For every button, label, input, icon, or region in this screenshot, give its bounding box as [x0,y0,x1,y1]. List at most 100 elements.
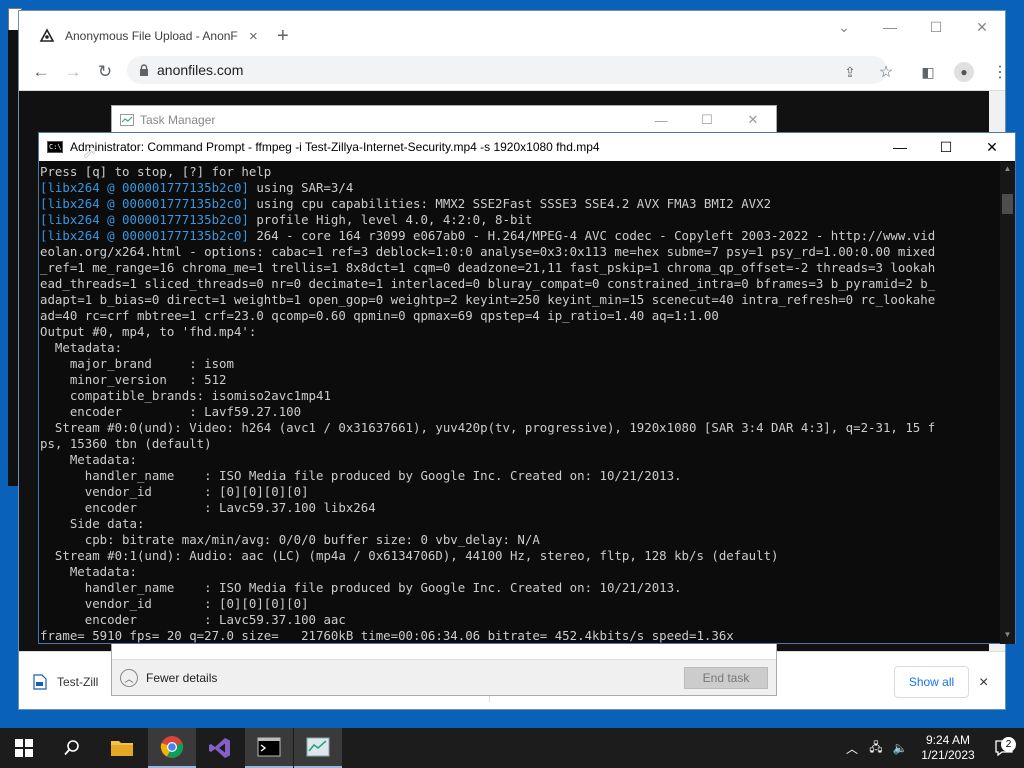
address-bar[interactable]: anonfiles.com [127,56,887,84]
cmd-icon: C:\ [47,141,63,153]
notification-count-badge: 2 [1001,737,1016,752]
console-line: Press [q] to stop, [?] for help [40,164,999,180]
scroll-up-icon[interactable]: ▲ [1000,162,1015,176]
task-manager-taskbar-icon [306,737,330,757]
console-line-text: major_brand : isom [40,356,234,371]
console-line-text: ead_threads=1 sliced_threads=0 nr=0 deci… [40,276,936,291]
console-line: encoder : Lavf59.27.100 [40,404,999,420]
console-line-text: Press [q] to stop, [?] for help [40,164,272,179]
folder-icon [111,741,133,756]
console-line-text: handler_name : ISO Media file produced b… [40,580,682,595]
chevron-up-icon[interactable]: ︿ [840,740,864,757]
download-filename: Test-Zill [57,675,99,689]
back-icon[interactable]: ← [25,56,57,88]
console-line: vendor_id : [0][0][0][0] [40,484,999,500]
volume-icon[interactable]: 🔈 [888,741,912,755]
download-item[interactable]: Test-Zill [33,674,98,690]
show-all-button[interactable]: Show all [894,666,969,698]
task-manager-footer: ︿ Fewer details End task [112,659,776,695]
cmd-scrollbar[interactable]: ▲ ▼ [1000,162,1015,644]
console-line-prefix: [libx264 @ 000001777135b2c0] [40,228,249,243]
new-tab-button[interactable]: + [277,25,289,48]
reload-icon[interactable]: ↻ [89,56,121,88]
tab-search-icon[interactable]: ⌄ [821,11,867,43]
console-line-text: vendor_id : [0][0][0][0] [40,484,309,499]
console-line-text: adapt=1 b_bias=0 direct=1 weightb=1 open… [40,292,936,307]
console-line-prefix: [libx264 @ 000001777135b2c0] [40,212,249,227]
close-icon[interactable]: ✕ [959,11,1005,43]
taskbar-command-prompt[interactable] [245,728,293,768]
forward-icon[interactable]: → [57,56,89,88]
console-line-prefix: [libx264 @ 000001777135b2c0] [40,180,249,195]
console-line-text: Stream #0:1(und): Audio: aac (LC) (mp4a … [40,548,779,563]
console-line-text: profile High, level 4.0, 4:2:0, 8-bit [248,212,533,227]
close-icon[interactable]: ✕ [969,133,1015,161]
profile-avatar-icon[interactable]: ● [948,56,980,88]
console-line-text: ps, 15360 tbn (default) [40,436,212,451]
console-line-text: handler_name : ISO Media file produced b… [40,468,682,483]
console-line-text: encoder : Lavc59.37.100 libx264 [40,500,376,515]
console-line-text: Output #0, mp4, to 'fhd.mp4': [40,324,257,339]
maximize-icon[interactable]: ☐ [913,11,959,43]
search-icon [64,740,79,756]
notification-button[interactable]: 2 [984,737,1024,756]
cmd-title: Administrator: Command Prompt - ffmpeg -… [70,140,600,154]
scrollbar-thumb[interactable] [1002,194,1013,214]
start-button[interactable] [0,728,48,768]
console-line-text: vendor_id : [0][0][0][0] [40,596,309,611]
clock-time: 9:24 AM [925,733,971,747]
minimize-icon[interactable]: — [877,133,923,161]
chrome-icon [160,736,184,758]
console-line: Metadata: [40,564,999,580]
console-line: Output #0, mp4, to 'fhd.mp4': [40,324,999,340]
menu-kebab-icon[interactable]: ⋮ [984,56,1016,88]
console-line: [libx264 @ 000001777135b2c0] 264 - core … [40,228,999,244]
maximize-icon[interactable]: ☐ [684,106,730,134]
console-line-text: ad=40 rc=crf mbtree=1 crf=23.0 qcomp=0.6… [40,308,719,323]
tab-title: Anonymous File Upload - AnonF [65,29,238,43]
minimize-icon[interactable]: — [638,106,684,134]
console-line: encoder : Lavc59.37.100 libx264 [40,500,999,516]
cmd-titlebar[interactable]: C:\ Administrator: Command Prompt - ffmp… [39,133,1015,161]
network-icon[interactable]: 🖧 [864,738,888,759]
clock[interactable]: 9:24 AM 1/21/2023 [912,733,984,763]
maximize-icon[interactable]: ☐ [923,133,969,161]
url-text: anonfiles.com [157,62,244,78]
scroll-down-icon[interactable]: ▼ [1000,628,1015,642]
tab-close-icon[interactable]: × [249,28,258,45]
console-line: frame= 5910 fps= 20 q=27.0 size= 21760kB… [40,628,999,644]
console-line-text: frame= 5910 fps= 20 q=27.0 size= 21760kB… [40,628,734,643]
console-line: cpb: bitrate max/min/avg: 0/0/0 buffer s… [40,532,999,548]
console-output[interactable]: Press [q] to stop, [?] for help [libx264 … [39,162,999,644]
side-panel-icon[interactable]: ◧ [912,56,944,88]
taskbar-file-explorer[interactable] [98,728,146,768]
minimize-icon[interactable]: — [867,11,913,43]
console-line-text: encoder : Lavf59.27.100 [40,404,302,419]
end-task-button[interactable]: End task [684,667,768,689]
close-icon[interactable]: ✕ [730,106,776,134]
console-line: vendor_id : [0][0][0][0] [40,596,999,612]
console-line-text: minor_version : 512 [40,372,227,387]
console-line-text: cpb: bitrate max/min/avg: 0/0/0 buffer s… [40,532,540,547]
clock-date: 1/21/2023 [921,748,975,762]
share-icon[interactable]: ⇪ [834,56,866,88]
download-bar-close-icon[interactable]: × [979,674,988,692]
mouse-cursor-icon: ➚ [82,142,98,162]
console-line-text: compatible_brands: isomiso2avc1mp41 [40,388,331,403]
bookmark-star-icon[interactable]: ☆ [870,56,902,88]
console-line: _ref=1 me_range=16 chroma_me=1 trellis=1… [40,260,999,276]
browser-tab[interactable]: Anonymous File Upload - AnonF × [29,19,281,53]
search-button[interactable] [48,728,96,768]
console-line: adapt=1 b_bias=0 direct=1 weightb=1 open… [40,292,999,308]
fewer-details-label: Fewer details [146,671,218,685]
taskbar-task-manager[interactable] [294,728,342,768]
console-line: handler_name : ISO Media file produced b… [40,468,999,484]
task-manager-title: Task Manager [140,113,216,127]
fewer-details-button[interactable]: ︿ Fewer details [120,669,217,687]
console-line-text: using SAR=3/4 [248,180,354,195]
taskbar-visual-studio[interactable] [196,728,244,768]
console-line: compatible_brands: isomiso2avc1mp41 [40,388,999,404]
console-line-text: Metadata: [40,340,123,355]
taskbar-chrome[interactable] [148,728,196,768]
task-manager-window-controls: — ☐ ✕ [638,106,776,134]
